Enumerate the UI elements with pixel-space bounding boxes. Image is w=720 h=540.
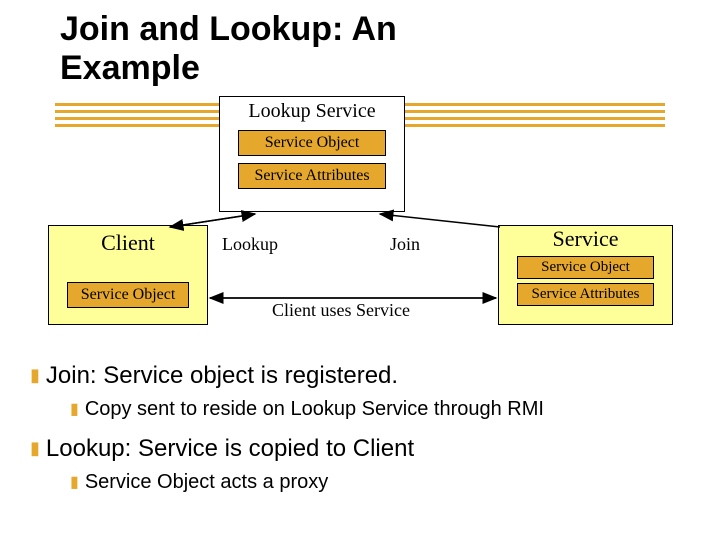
- bullet-lookup-sub: ▮ Service Object acts a proxy: [70, 471, 680, 494]
- bullet-join: ▮ Join: Service object is registered.: [30, 362, 680, 390]
- bullet-join-text: Join: Service object is registered.: [46, 362, 398, 389]
- bullet-join-sub-text: Copy sent to reside on Lookup Service th…: [85, 398, 544, 420]
- bullet-icon: ▮: [30, 438, 40, 459]
- bullet-icon: ▮: [30, 365, 40, 386]
- lookup-service-title: Lookup Service: [220, 97, 404, 123]
- bullet-lookup-text: Lookup: Service is copied to Client: [46, 435, 414, 462]
- lookup-service-object: Service Object: [238, 130, 386, 156]
- lookup-service-box: Lookup Service Service Object Service At…: [219, 96, 405, 212]
- bullet-join-sub: ▮ Copy sent to reside on Lookup Service t…: [70, 398, 680, 421]
- title-line1: Join and Lookup: An: [60, 10, 397, 48]
- client-title: Client: [49, 226, 207, 256]
- lookup-service-attributes: Service Attributes: [238, 163, 386, 189]
- sub-bullet-icon: ▮: [70, 399, 79, 419]
- sub-bullet-icon: ▮: [70, 472, 79, 492]
- uses-arrow-label: Client uses Service: [272, 300, 410, 321]
- service-service-object: Service Object: [517, 256, 654, 279]
- bullet-lookup-sub-text: Service Object acts a proxy: [85, 471, 328, 493]
- lookup-arrow-label: Lookup: [222, 234, 278, 255]
- service-service-attributes: Service Attributes: [517, 283, 654, 306]
- service-title: Service: [499, 226, 672, 252]
- slide-title: Join and Lookup: An Example: [60, 10, 397, 88]
- bullet-lookup: ▮ Lookup: Service is copied to Client: [30, 435, 680, 463]
- bullet-list: ▮ Join: Service object is registered. ▮ Co…: [30, 362, 680, 508]
- title-line2: Example: [60, 49, 200, 87]
- join-arrow-label: Join: [390, 234, 420, 255]
- client-box: Client Service Object: [48, 225, 208, 325]
- client-service-object: Service Object: [67, 282, 189, 308]
- service-box: Service Service Object Service Attribute…: [498, 225, 673, 325]
